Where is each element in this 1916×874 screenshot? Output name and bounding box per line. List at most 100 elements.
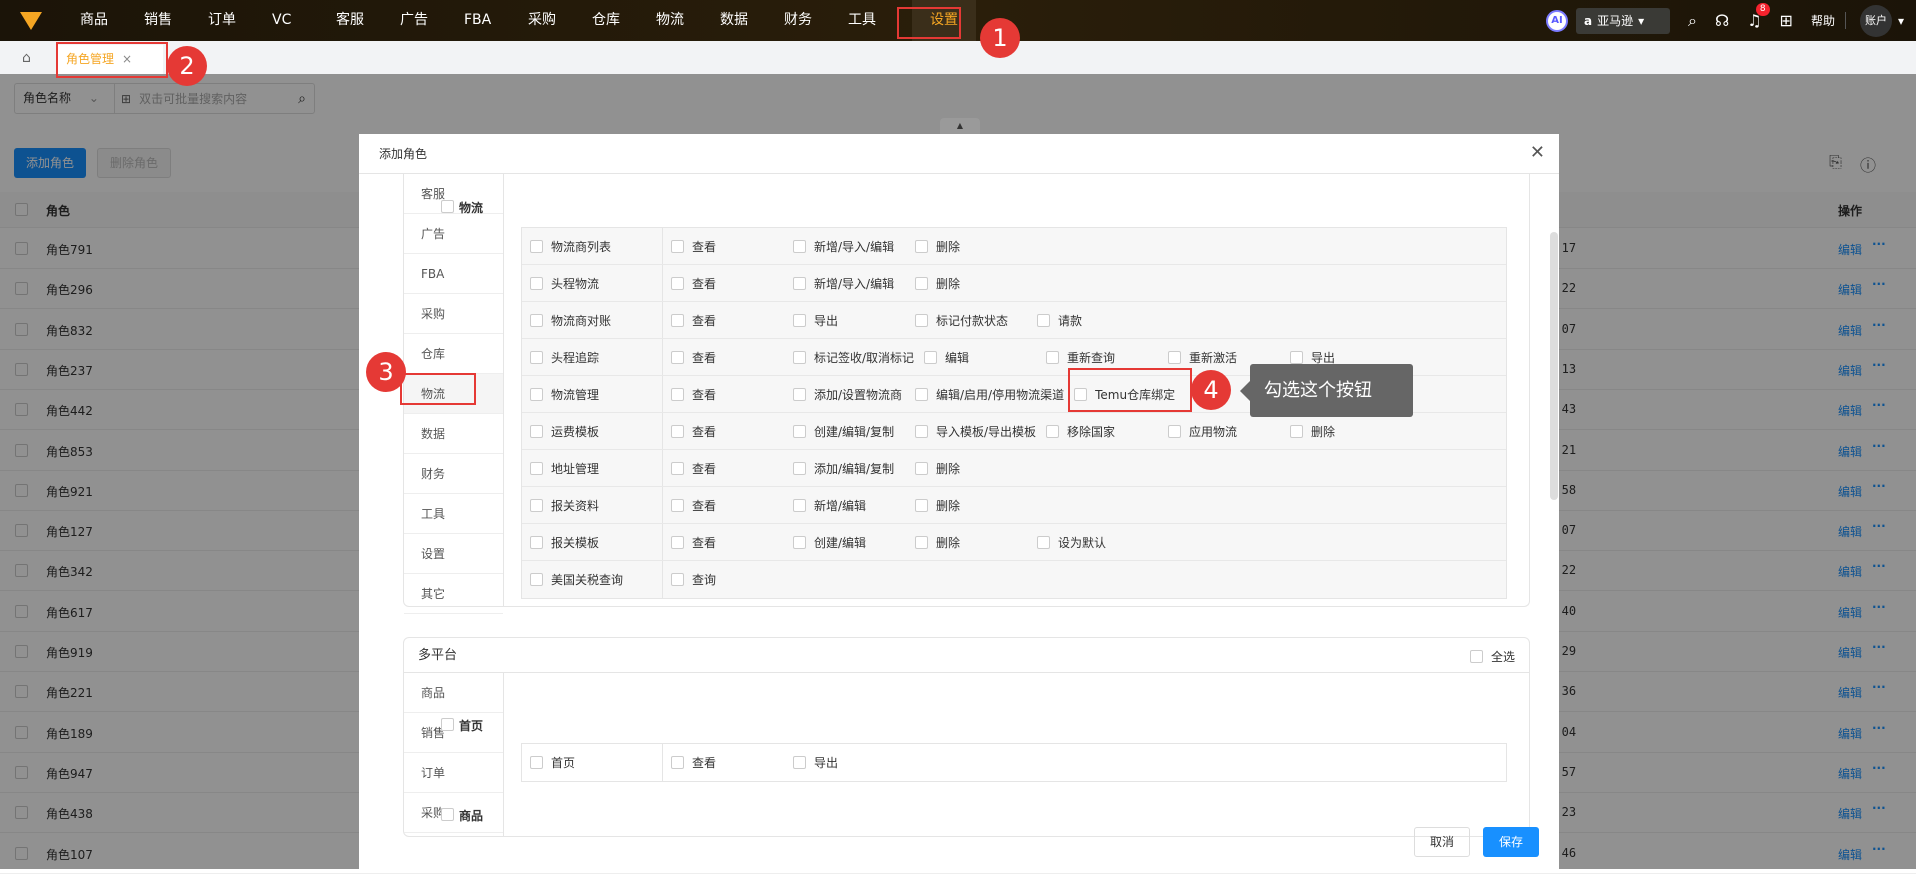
section-nav-item[interactable]: 广告 [404,214,503,254]
permission-name[interactable]: 美国关税查询 [522,561,663,598]
option-checkbox[interactable] [1290,350,1304,364]
permission-option[interactable]: 查看 [671,534,793,551]
permission-checkbox[interactable] [530,535,543,549]
option-checkbox[interactable] [1168,350,1182,364]
permission-name[interactable]: 物流商对账 [522,302,663,338]
headset-icon[interactable]: ☊ [1715,11,1729,30]
permission-option[interactable]: 查看 [671,275,793,292]
option-checkbox[interactable] [915,461,928,475]
permission-checkbox[interactable] [530,387,543,401]
permission-option[interactable]: 编辑 [924,349,1046,366]
help-link[interactable]: 帮助 [1811,12,1846,29]
permission-option[interactable]: 查看 [671,238,793,255]
permission-option[interactable]: 重新查询 [1046,349,1168,366]
permission-option[interactable]: 删除 [915,534,1037,551]
permission-option[interactable]: 查看 [671,312,793,329]
caret-down-icon[interactable]: ▾ [1898,14,1904,28]
permission-name[interactable]: 运费模板 [522,413,663,449]
option-checkbox[interactable] [671,239,684,253]
nav-item-3[interactable]: VC [272,0,336,41]
bell-icon[interactable]: ♫ 8 [1747,3,1770,30]
option-checkbox[interactable] [793,350,806,364]
search-icon[interactable]: ⌕ [1688,11,1697,31]
option-checkbox[interactable] [793,313,806,327]
permission-option[interactable]: 删除 [915,238,1037,255]
avatar[interactable]: 账户 [1859,4,1892,37]
permission-option[interactable]: 导入模板/导出模板 [915,423,1046,440]
permission-option[interactable]: 创建/编辑 [793,534,915,551]
option-checkbox[interactable] [915,239,928,253]
nav-item-7[interactable]: 采购 [528,0,592,41]
select-all[interactable]: 全选 [1469,648,1515,665]
permission-checkbox[interactable] [530,350,543,364]
cancel-button[interactable]: 取消 [1414,827,1470,857]
section-nav-item[interactable]: 商品 [404,673,503,713]
permission-option[interactable]: 查看 [671,497,793,514]
option-checkbox[interactable] [793,276,806,290]
nav-item-5[interactable]: 广告 [400,0,464,41]
permission-option[interactable]: 查询 [671,571,793,588]
section-nav-item[interactable]: 工具 [404,494,503,534]
nav-item-9[interactable]: 物流 [656,0,720,41]
nav-item-6[interactable]: FBA [464,0,528,41]
permission-option[interactable]: 查看 [671,460,793,477]
close-icon[interactable]: ✕ [1530,142,1545,163]
permission-option[interactable]: 移除国家 [1046,423,1168,440]
nav-item-4[interactable]: 客服 [336,0,400,41]
permission-option[interactable]: 添加/编辑/复制 [793,460,915,477]
permission-option[interactable]: 查看 [671,423,793,440]
option-checkbox[interactable] [671,756,684,769]
nav-item-8[interactable]: 仓库 [592,0,656,41]
modal-scrollbar[interactable] [1550,232,1558,500]
option-checkbox[interactable] [793,535,806,549]
section-nav-item[interactable]: 采购 [404,294,503,334]
permission-checkbox[interactable] [530,313,543,327]
permission-option[interactable]: 导出 [793,312,915,329]
permission-option[interactable]: 删除 [1290,423,1412,440]
permission-option[interactable]: 标记付款状态 [915,312,1037,329]
permission-option[interactable]: 删除 [915,460,1037,477]
option-checkbox[interactable] [671,535,684,549]
option-checkbox[interactable] [671,313,684,327]
section-nav-item[interactable]: 订单 [404,753,503,793]
option-checkbox[interactable] [1037,535,1050,549]
permission-option[interactable]: 删除 [915,497,1037,514]
permission-checkbox[interactable] [530,573,543,586]
section-nav-item[interactable]: 数据 [404,414,503,454]
save-button[interactable]: 保存 [1483,827,1539,857]
permission-option[interactable]: 新增/导入/编辑 [793,238,915,255]
select-all-checkbox[interactable] [1469,650,1483,663]
permission-option[interactable]: 查看 [671,386,793,403]
permission-option[interactable]: 请款 [1037,312,1159,329]
permission-option[interactable]: 新增/编辑 [793,497,915,514]
option-checkbox[interactable] [671,424,684,438]
section-nav-item[interactable]: 其它 [404,574,503,614]
permission-option[interactable]: 设为默认 [1037,534,1159,551]
option-checkbox[interactable] [915,535,928,549]
permission-name[interactable]: 物流管理 [522,376,663,412]
permission-name[interactable]: 头程物流 [522,265,663,301]
permission-option[interactable]: 导出 [793,754,915,771]
option-checkbox[interactable] [793,498,806,512]
option-checkbox[interactable] [671,350,684,364]
permission-checkbox[interactable] [530,276,543,290]
permission-name[interactable]: 物流商列表 [522,228,663,264]
permission-checkbox[interactable] [530,756,543,769]
nav-item-0[interactable]: 商品 [80,0,144,41]
option-checkbox[interactable] [915,498,928,512]
section-nav-item[interactable]: 设置 [404,534,503,574]
section-nav-item[interactable]: 仓库 [404,334,503,374]
option-checkbox[interactable] [915,424,928,438]
permission-option[interactable]: 添加/设置物流商 [793,386,915,403]
option-checkbox[interactable] [1290,424,1304,438]
nav-item-11[interactable]: 财务 [784,0,848,41]
option-checkbox[interactable] [793,239,806,253]
group-checkbox-home[interactable] [441,718,454,731]
permission-name[interactable]: 报关资料 [522,487,663,523]
permission-checkbox[interactable] [530,498,543,512]
permission-checkbox[interactable] [530,424,543,438]
permission-option[interactable]: 应用物流 [1168,423,1290,440]
group-checkbox-logistics[interactable] [441,200,454,213]
option-checkbox[interactable] [915,276,928,290]
option-checkbox[interactable] [1168,424,1182,438]
